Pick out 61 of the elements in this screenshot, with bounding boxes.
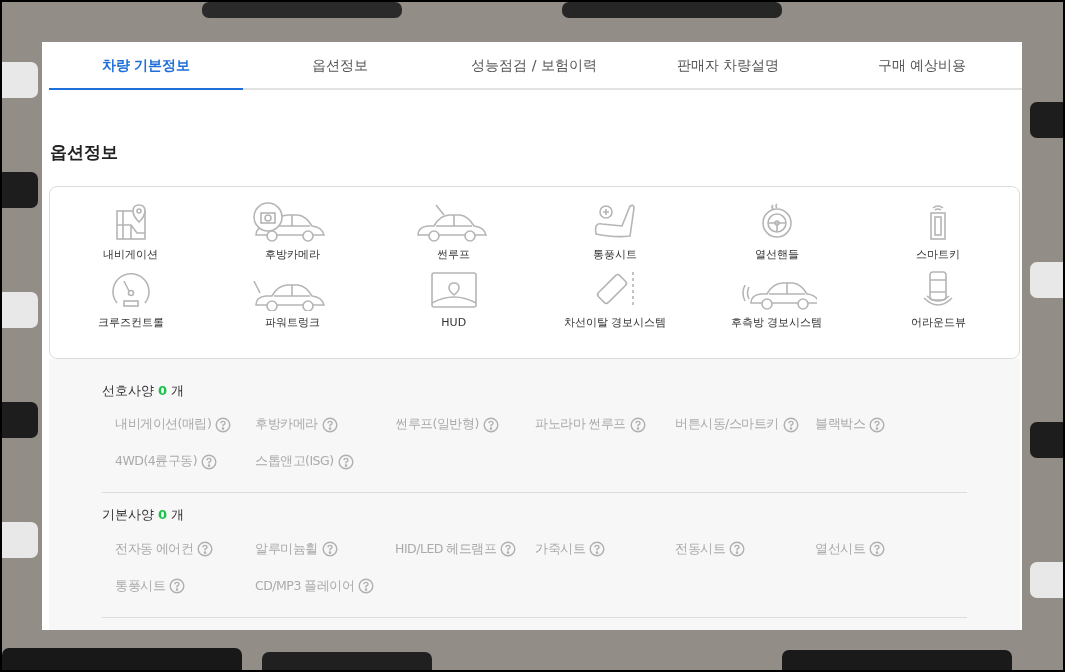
- help-icon[interactable]: [500, 541, 517, 557]
- feature-label: 스마트키: [916, 246, 961, 263]
- tab[interactable]: 옵션정보: [243, 42, 437, 90]
- feature-label: 어라운드뷰: [910, 315, 966, 331]
- feature-label: 후측방 경보시스템: [731, 315, 823, 331]
- help-icon[interactable]: [782, 416, 799, 433]
- spec-item: 전동시트: [675, 539, 725, 558]
- help-icon[interactable]: [215, 416, 232, 433]
- smart-key-icon: [929, 202, 948, 241]
- spec-item: HID/LED 헤드램프: [395, 539, 497, 558]
- feature-label: 열선핸들: [754, 246, 799, 263]
- help-icon[interactable]: [169, 578, 185, 594]
- feature-label: 내비게이션: [103, 246, 159, 263]
- spec-item: 버튼시동/스마트키: [675, 415, 779, 434]
- help-icon[interactable]: [869, 416, 885, 433]
- help-icon[interactable]: [729, 541, 745, 557]
- spec-item: 내비게이션(매립): [115, 415, 212, 434]
- tab[interactable]: 성능점검 / 보험이력: [437, 42, 631, 90]
- section-title: 기본사양: [102, 506, 154, 524]
- feature-label: 크루즈컨트롤: [97, 315, 164, 331]
- hud-icon: [429, 271, 478, 309]
- tab[interactable]: 차량 기본정보: [49, 42, 243, 90]
- spec-item: 가죽시트: [535, 539, 585, 558]
- help-icon[interactable]: [321, 416, 338, 433]
- spec-item: 블랙박스: [815, 415, 865, 434]
- help-icon[interactable]: [201, 453, 218, 470]
- spec-item: 스톱앤고(ISG): [255, 452, 334, 471]
- navigation-icon: [114, 202, 147, 241]
- feature-label: 통풍시트: [593, 246, 638, 263]
- section-heading: 옵션정보: [50, 141, 119, 164]
- help-icon[interactable]: [358, 578, 375, 594]
- feature-label: 썬루프: [437, 246, 471, 263]
- help-icon[interactable]: [337, 453, 354, 470]
- help-icon[interactable]: [589, 541, 605, 557]
- feature-label: HUD: [441, 315, 467, 331]
- help-icon[interactable]: [630, 416, 646, 433]
- spec-item: 열선시트: [815, 539, 865, 558]
- count: 0: [158, 381, 168, 400]
- count-unit: 개: [171, 506, 185, 524]
- tab[interactable]: 구매 예상비용: [825, 42, 1019, 90]
- spec-item: 통풍시트: [115, 576, 165, 595]
- tab[interactable]: 판매자 차량설명: [631, 42, 825, 90]
- help-icon[interactable]: [321, 541, 338, 557]
- section-title: 선호사양: [102, 381, 154, 400]
- feature-label: 후방카메라: [264, 246, 320, 263]
- spec-item: 4WD(4륜구동): [115, 452, 198, 471]
- count: 0: [158, 506, 168, 524]
- spec-item: 파노라마 썬루프: [535, 415, 626, 434]
- count-unit: 개: [171, 381, 185, 400]
- help-icon[interactable]: [869, 541, 885, 557]
- feature-label: 파워트렁크: [264, 315, 320, 331]
- help-icon[interactable]: [482, 416, 499, 433]
- spec-item: 알루미늄휠: [255, 539, 318, 558]
- cruise-control-icon: [110, 272, 151, 308]
- feature-label: 차선이탈 경보시스템: [564, 315, 667, 331]
- spec-item: 후방카메라: [255, 415, 318, 434]
- help-icon[interactable]: [197, 541, 214, 557]
- spec-item: 썬루프(일반형): [395, 415, 479, 434]
- heated-steering-icon: [760, 202, 793, 241]
- spec-item: 전자동 에어컨: [115, 539, 194, 558]
- spec-item: CD/MP3 플레이어: [255, 576, 355, 595]
